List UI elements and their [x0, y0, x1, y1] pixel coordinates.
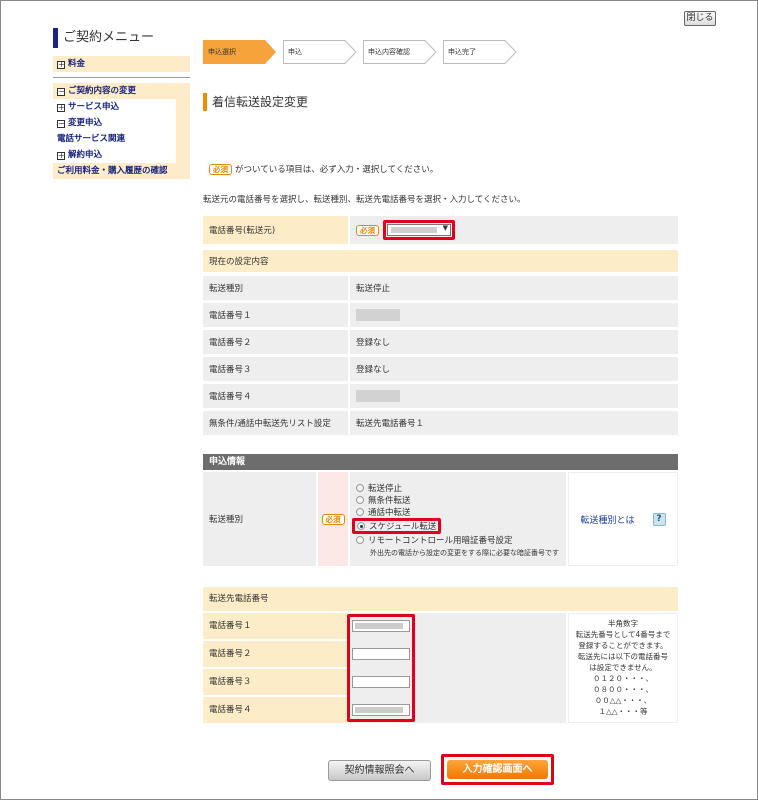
sidebar-item-fee[interactable]: + 料金	[53, 56, 190, 72]
dropdown-arrow-icon: ▼	[442, 224, 448, 232]
current-row: 電話番号１	[203, 303, 678, 329]
current-row-label: 電話番号２	[203, 330, 348, 354]
type-label-cell: 転送種別	[203, 472, 316, 566]
forward-label-3: 電話番号３	[203, 669, 348, 695]
current-row-value: 登録なし	[348, 330, 678, 354]
forward-number-3-input[interactable]	[352, 676, 410, 688]
current-row-label: 無条件/通話中転送先リスト設定	[203, 411, 348, 435]
current-row-value: 登録なし	[348, 357, 678, 381]
sidebar-item-label: ご契約内容の変更	[68, 86, 137, 96]
collapse-icon[interactable]: −	[57, 120, 65, 128]
sidebar-item-cancel-apply[interactable]: + 解約申込	[53, 147, 176, 163]
step-select: 申込選択	[203, 40, 276, 64]
sidebar-item-label: 変更申込	[68, 118, 103, 128]
current-settings-title: 現在の設定内容	[203, 250, 678, 272]
sidebar-item-phone-service[interactable]: 電話サービス関連	[53, 131, 176, 147]
help-cell: 転送種別とは ?	[568, 472, 678, 566]
current-row-value	[348, 303, 678, 327]
current-row: 転送種別 転送停止	[203, 276, 678, 302]
current-row-value: 転送先電話番号１	[348, 411, 678, 435]
source-phone-select[interactable]: ▼	[387, 224, 451, 236]
source-phone-cell: 必須 ▼	[348, 216, 678, 244]
type-label: 転送種別	[209, 515, 244, 525]
sidebar-item-label: ご利用料金・購入履歴の確認	[57, 166, 168, 176]
redacted-value	[356, 309, 400, 321]
current-row-value	[348, 384, 678, 408]
radio-option-unconditional[interactable]: 無条件転送	[356, 494, 566, 506]
current-row: 電話番号２ 登録なし	[203, 330, 678, 356]
current-row: 無条件/通話中転送先リスト設定 転送先電話番号１	[203, 411, 678, 437]
current-row-label: 電話番号１	[203, 303, 348, 327]
current-row-label: 電話番号３	[203, 357, 348, 381]
forward-number-note: 半角数字 転送先番号として4番号まで 登録することができます。 転送先には以下の…	[568, 613, 678, 723]
radio-option-busy[interactable]: 通話中転送	[356, 506, 566, 518]
current-row: 電話番号３ 登録なし	[203, 357, 678, 383]
radio-selected-icon[interactable]	[357, 522, 365, 530]
forward-label-2: 電話番号２	[203, 641, 348, 667]
radio-option-stop[interactable]: 転送停止	[356, 482, 566, 494]
type-required-cell: 必須	[318, 472, 348, 566]
sidebar-item-label: 料金	[68, 59, 86, 69]
step-confirm: 申込内容確認	[363, 40, 437, 64]
option-note: 外出先の電話から設定の変更をする際に必要な暗証番号です	[370, 549, 559, 557]
forward-numbers-header: 転送先電話番号	[203, 587, 678, 611]
back-to-contract-info-button[interactable]: 契約情報照会へ	[328, 760, 431, 781]
sidebar-item-label: サービス申込	[68, 102, 120, 112]
highlight-box: 入力確認画面へ	[441, 754, 554, 785]
expand-icon[interactable]: +	[57, 104, 65, 112]
radio-icon[interactable]	[356, 536, 364, 544]
radio-icon[interactable]	[356, 484, 364, 492]
instruction-text: 転送元の電話番号を選択し、転送種別、転送先電話番号を選択・入力してください。	[203, 195, 526, 205]
sidebar-item-label: 電話サービス関連	[57, 134, 126, 144]
help-icon[interactable]: ?	[652, 512, 666, 526]
application-table: 転送種別 必須 転送停止 無条件転送 通話中転送 スケジュール転送 リモートコン…	[203, 472, 678, 566]
source-phone-row: 電話番号(転送元) 必須 ▼	[203, 216, 678, 246]
expand-icon[interactable]: +	[57, 152, 65, 160]
required-badge: 必須	[356, 224, 379, 236]
sidebar-item-contract-change[interactable]: − ご契約内容の変更	[53, 83, 190, 99]
highlight-box: スケジュール転送	[352, 518, 442, 534]
required-note: 必須 がついている項目は、必ず入力・選択してください。	[209, 163, 438, 175]
step-apply: 申込	[283, 40, 357, 64]
radio-icon[interactable]	[356, 496, 364, 504]
application-section-header: 申込情報	[203, 454, 678, 470]
forward-number-4-input[interactable]	[352, 704, 410, 716]
sidebar-item-service-apply[interactable]: + サービス申込	[53, 99, 176, 115]
sidebar-item-label: 解約申込	[68, 150, 103, 160]
source-phone-label: 電話番号(転送元)	[203, 216, 348, 244]
radio-option-remote-pin[interactable]: リモートコントロール用暗証番号設定	[356, 534, 566, 546]
forward-number-1-input[interactable]	[352, 620, 410, 632]
redacted-value	[356, 390, 400, 402]
step-complete: 申込完了	[443, 40, 517, 64]
current-row-label: 電話番号４	[203, 384, 348, 408]
current-settings-header: 現在の設定内容	[203, 250, 678, 274]
type-options-cell: 転送停止 無条件転送 通話中転送 スケジュール転送 リモートコントロール用暗証番…	[350, 472, 566, 566]
page-title: 着信転送設定変更	[203, 93, 308, 111]
sidebar-title: ご契約メニュー	[53, 28, 190, 48]
forward-number-2-input[interactable]	[352, 648, 410, 660]
collapse-icon[interactable]: −	[57, 88, 65, 96]
required-badge: 必須	[321, 513, 345, 525]
close-button[interactable]: 閉じる	[684, 11, 716, 26]
radio-icon[interactable]	[356, 508, 364, 516]
forward-label-4: 電話番号４	[203, 697, 348, 723]
current-row-label: 転送種別	[203, 276, 348, 300]
forward-label-1: 電話番号１	[203, 613, 348, 639]
sidebar-item-billing-history[interactable]: ご利用料金・購入履歴の確認	[53, 163, 190, 179]
current-row: 電話番号４	[203, 384, 678, 410]
sidebar-divider	[53, 77, 190, 78]
sidebar-item-change-apply[interactable]: − 変更申込	[53, 115, 176, 131]
input-confirm-button[interactable]: 入力確認画面へ	[447, 760, 548, 779]
sidebar-group-contract: − ご契約内容の変更 + サービス申込 − 変更申込 電話サービス関連 + 解約申込 ご…	[53, 83, 190, 179]
required-badge: 必須	[209, 164, 232, 175]
radio-option-schedule[interactable]: スケジュール転送	[357, 521, 436, 532]
current-row-value: 転送停止	[348, 276, 678, 300]
sidebar: ご契約メニュー + 料金 − ご契約内容の変更 + サービス申込 − 変更申込 電話サー…	[53, 28, 190, 179]
highlight-box: ▼	[383, 220, 455, 240]
transfer-type-help-link[interactable]: 転送種別とは	[580, 513, 634, 526]
expand-icon[interactable]: +	[57, 61, 65, 69]
